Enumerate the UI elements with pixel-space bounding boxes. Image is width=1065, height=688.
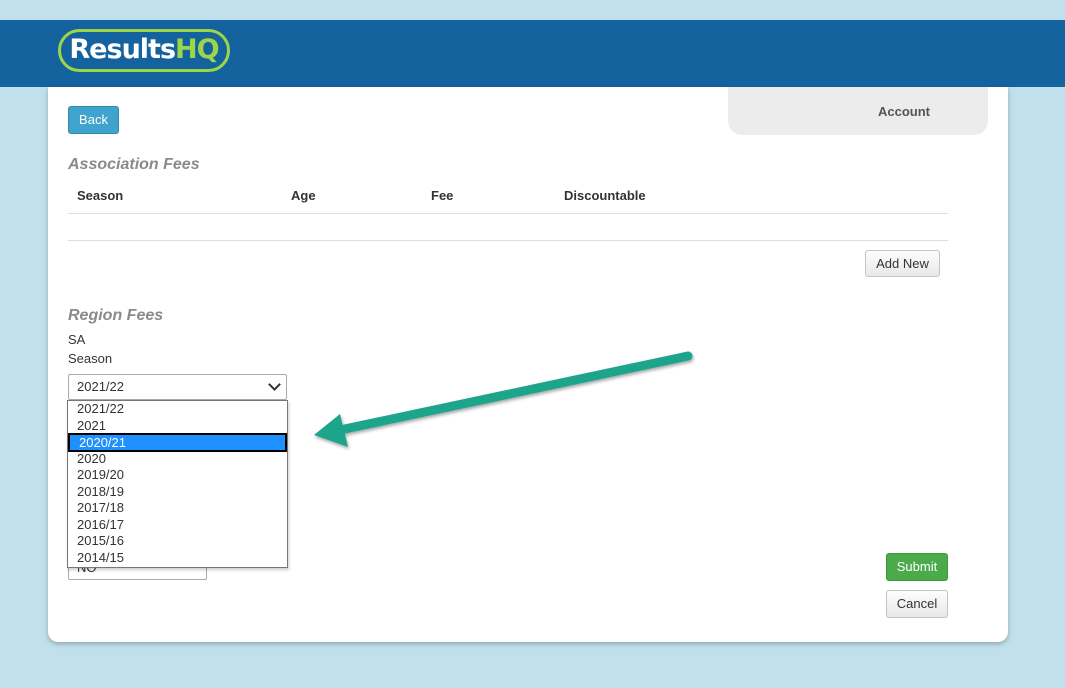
- column-header-season: Season: [77, 188, 124, 203]
- table-header-divider: [68, 213, 948, 214]
- season-option[interactable]: 2021: [68, 418, 287, 435]
- logo-text: Results: [69, 34, 176, 65]
- association-fees-title: Association Fees: [68, 156, 200, 173]
- account-label[interactable]: Account: [878, 104, 930, 119]
- column-header-age: Age: [291, 188, 316, 203]
- season-option[interactable]: 2016/17: [68, 517, 287, 534]
- submit-button[interactable]: Submit: [886, 553, 948, 581]
- season-option-highlighted[interactable]: 2020/21: [68, 433, 287, 452]
- chevron-down-icon: [268, 378, 281, 391]
- season-label: Season: [68, 351, 113, 366]
- add-new-button[interactable]: Add New: [865, 250, 940, 277]
- season-option[interactable]: 2014/15: [68, 550, 287, 567]
- season-option[interactable]: 2021/22: [68, 401, 287, 418]
- region-fees-title: Region Fees: [68, 307, 164, 324]
- season-option[interactable]: 2019/20: [68, 467, 287, 484]
- table-bottom-divider: [68, 240, 948, 241]
- season-option[interactable]: 2017/18: [68, 500, 287, 517]
- season-option[interactable]: 2020: [68, 451, 287, 468]
- app-header: ResultsHQ: [0, 20, 1065, 87]
- season-option[interactable]: 2018/19: [68, 484, 287, 501]
- resultshq-logo[interactable]: ResultsHQ: [58, 29, 230, 72]
- column-header-fee: Fee: [431, 188, 454, 203]
- region-name: SA: [68, 332, 86, 347]
- season-option[interactable]: 2015/16: [68, 533, 287, 550]
- back-button[interactable]: Back: [68, 106, 119, 134]
- season-dropdown-list[interactable]: 2021/22 2021 2020/21 2020 2019/20 2018/1…: [67, 400, 288, 568]
- season-select[interactable]: 2021/22: [68, 374, 287, 400]
- column-header-discountable: Discountable: [564, 188, 646, 203]
- account-panel[interactable]: Account: [728, 87, 988, 135]
- season-select-value: 2021/22: [77, 379, 124, 394]
- cancel-button[interactable]: Cancel: [886, 590, 948, 618]
- logo-accent-text: HQ: [175, 34, 220, 65]
